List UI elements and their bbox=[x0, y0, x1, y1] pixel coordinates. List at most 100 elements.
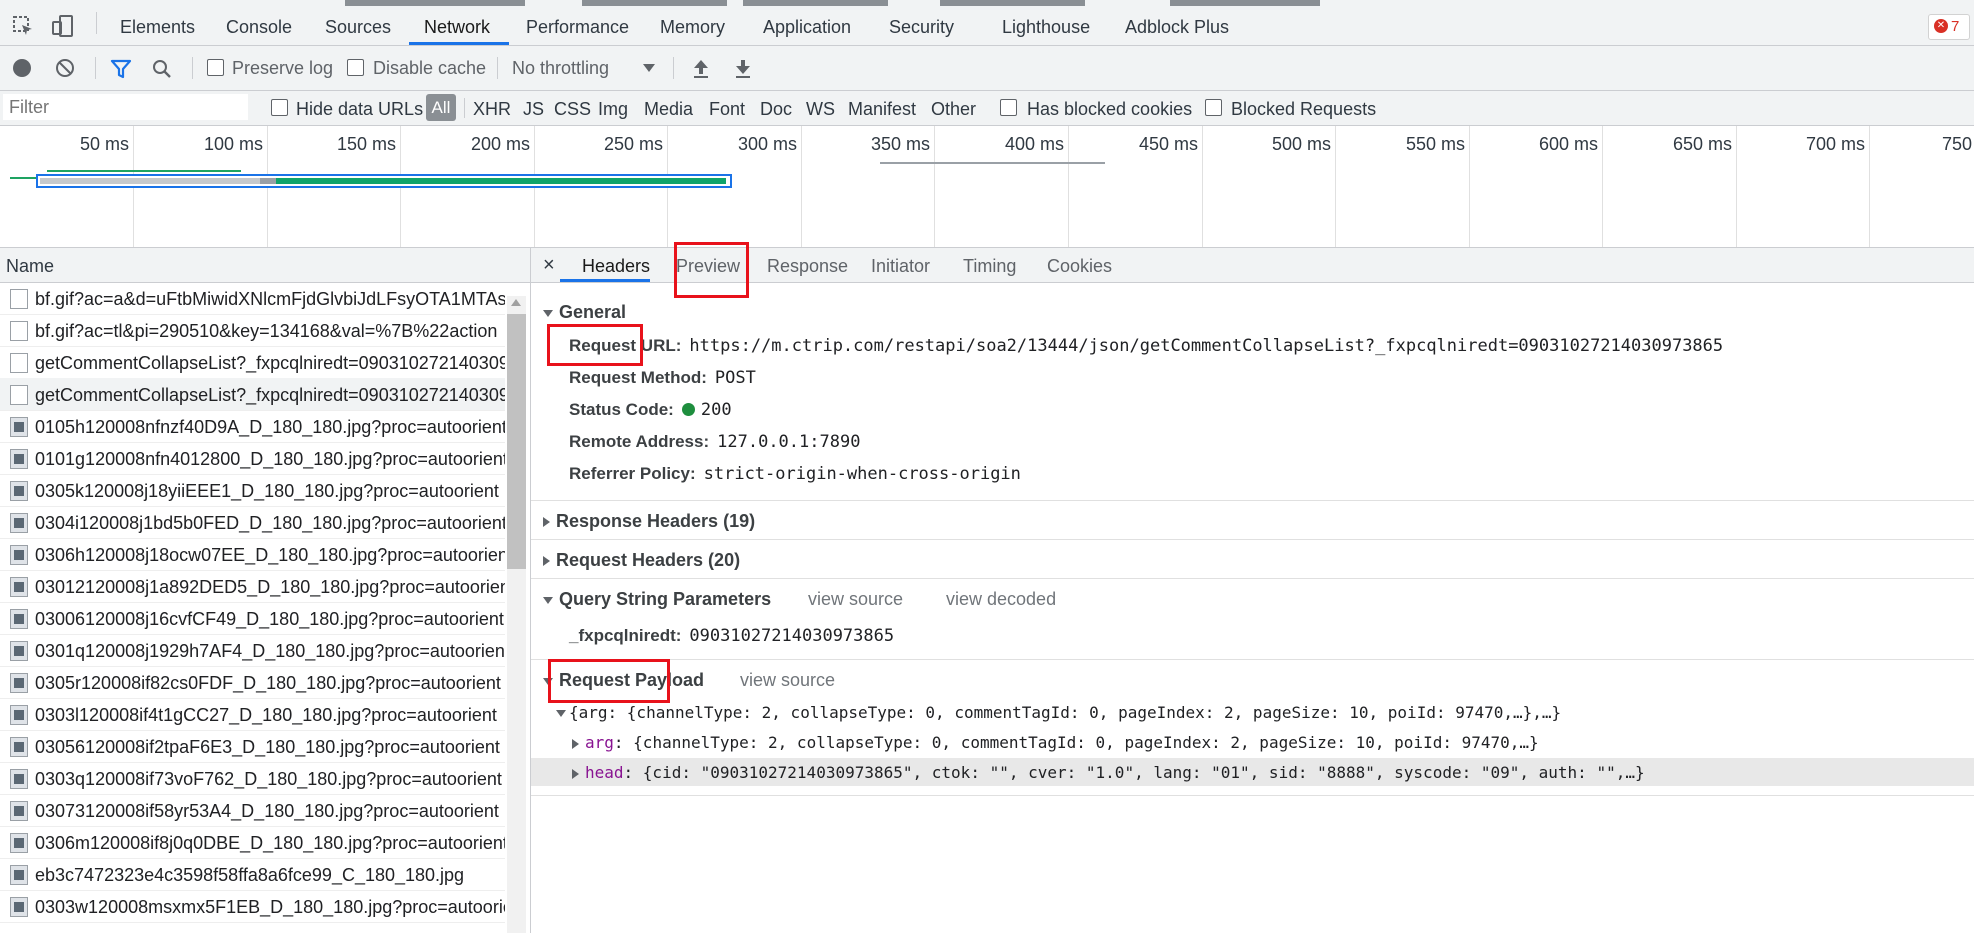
tab-console[interactable]: Console bbox=[226, 17, 292, 38]
image-file-icon bbox=[10, 641, 28, 661]
scroll-up-icon[interactable] bbox=[511, 299, 521, 306]
filter-type-xhr[interactable]: XHR bbox=[473, 99, 511, 120]
disable-cache-checkbox[interactable] bbox=[347, 59, 364, 76]
image-file-icon bbox=[10, 705, 28, 725]
tab-performance[interactable]: Performance bbox=[526, 17, 629, 38]
filter-type-manifest[interactable]: Manifest bbox=[848, 99, 916, 120]
tick-label: 200 ms bbox=[470, 134, 530, 154]
request-row[interactable]: getCommentCollapseList?_fxpcqlniredt=090… bbox=[0, 378, 505, 411]
request-row[interactable]: getCommentCollapseList?_fxpcqlniredt=090… bbox=[0, 346, 505, 379]
tab-elements[interactable]: Elements bbox=[120, 17, 195, 38]
query-string-title: Query String Parameters bbox=[559, 589, 772, 609]
query-string-toggle[interactable]: Query String Parameters bbox=[543, 589, 771, 610]
filter-input[interactable] bbox=[3, 94, 248, 120]
tab-lighthouse[interactable]: Lighthouse bbox=[1002, 17, 1090, 38]
query-view-decoded-link[interactable]: view decoded bbox=[946, 589, 1056, 610]
query-view-source-link[interactable]: view source bbox=[808, 589, 903, 610]
response-headers-toggle[interactable]: Response Headers (19) bbox=[543, 511, 755, 532]
request-row[interactable]: 0305r120008if82cs0FDF_D_180_180.jpg?proc… bbox=[0, 666, 505, 699]
general-section-toggle[interactable]: General bbox=[543, 302, 626, 323]
image-file-icon bbox=[10, 545, 28, 565]
remote-address-label: Remote Address: bbox=[569, 432, 710, 451]
request-row[interactable]: 0303q120008if73voF762_D_180_180.jpg?proc… bbox=[0, 762, 505, 795]
request-headers-toggle[interactable]: Request Headers (20) bbox=[543, 550, 740, 571]
request-row[interactable]: 03012120008j1a892DED5_D_180_180.jpg?proc… bbox=[0, 570, 505, 603]
referrer-policy-label: Referrer Policy: bbox=[569, 464, 696, 483]
tab-initiator[interactable]: Initiator bbox=[871, 256, 930, 277]
request-row[interactable]: 0304i120008j1bd5b0FED_D_180_180.jpg?proc… bbox=[0, 506, 505, 539]
annotation-box-request-payload bbox=[548, 659, 670, 703]
chevron-down-icon[interactable] bbox=[643, 64, 655, 72]
payload-head-node[interactable]: head: {cid: "09031027214030973865", ctok… bbox=[572, 763, 1645, 782]
request-row[interactable]: 0306m120008if8j0q0DBE_D_180_180.jpg?proc… bbox=[0, 826, 505, 859]
filter-type-font[interactable]: Font bbox=[709, 99, 745, 120]
request-row[interactable]: 0303w120008msxmx5F1EB_D_180_180.jpg?proc… bbox=[0, 890, 505, 923]
tab-network[interactable]: Network bbox=[424, 17, 490, 38]
page-thumbnail bbox=[1170, 0, 1320, 6]
filter-type-img[interactable]: Img bbox=[598, 99, 628, 120]
payload-arg-key: arg bbox=[585, 733, 614, 752]
tab-response[interactable]: Response bbox=[767, 256, 848, 277]
hide-data-urls-checkbox[interactable] bbox=[271, 99, 288, 116]
request-name: 0101g120008nfn4012800_D_180_180.jpg?proc… bbox=[35, 449, 505, 469]
image-file-icon bbox=[10, 449, 28, 469]
scrollbar-thumb[interactable] bbox=[507, 314, 526, 569]
payload-root-node[interactable]: {arg: {channelType: 2, collapseType: 0, … bbox=[556, 703, 1561, 722]
filter-type-doc[interactable]: Doc bbox=[760, 99, 792, 120]
clear-icon[interactable] bbox=[55, 58, 75, 78]
filter-type-other[interactable]: Other bbox=[931, 99, 976, 120]
device-toolbar-icon[interactable] bbox=[52, 14, 74, 38]
request-row[interactable]: bf.gif?ac=tl&pi=290510&key=134168&val=%7… bbox=[0, 314, 505, 347]
tab-timing[interactable]: Timing bbox=[963, 256, 1016, 277]
request-name: 03006120008j16cvfCF49_D_180_180.jpg?proc… bbox=[35, 609, 504, 629]
request-row[interactable]: eb3c7472323e4c3598f58ffa8a6fce99_C_180_1… bbox=[0, 858, 505, 891]
tab-application[interactable]: Application bbox=[763, 17, 851, 38]
request-list: Name bf.gif?ac=a&d=uFtbMiwidXNlcmFjdGlvb… bbox=[0, 248, 531, 933]
request-row[interactable]: 03006120008j16cvfCF49_D_180_180.jpg?proc… bbox=[0, 602, 505, 635]
request-row[interactable]: 03056120008if2tpaF6E3_D_180_180.jpg?proc… bbox=[0, 730, 505, 763]
request-row[interactable]: 0105h120008nfnzf40D9A_D_180_180.jpg?proc… bbox=[0, 410, 505, 443]
filter-type-all[interactable]: All bbox=[426, 94, 456, 121]
payload-view-source-link[interactable]: view source bbox=[740, 670, 835, 691]
referrer-policy-row: Referrer Policy: strict-origin-when-cross… bbox=[569, 464, 1021, 484]
filter-type-media[interactable]: Media bbox=[644, 99, 693, 120]
request-row[interactable]: 0301q120008j1929h7AF4_D_180_180.jpg?proc… bbox=[0, 634, 505, 667]
filter-icon[interactable] bbox=[110, 58, 132, 80]
filter-type-ws[interactable]: WS bbox=[806, 99, 835, 120]
tab-headers[interactable]: Headers bbox=[582, 256, 650, 277]
request-row[interactable]: 0101g120008nfn4012800_D_180_180.jpg?proc… bbox=[0, 442, 505, 475]
tab-memory[interactable]: Memory bbox=[660, 17, 725, 38]
payload-arg-node[interactable]: arg: {channelType: 2, collapseType: 0, c… bbox=[572, 733, 1539, 752]
timeline-overview[interactable]: 50 ms 100 ms 150 ms 200 ms 250 ms 300 ms… bbox=[0, 126, 1974, 248]
has-blocked-cookies-checkbox[interactable] bbox=[1000, 99, 1017, 116]
error-count-badge[interactable]: ✕ 7 bbox=[1928, 14, 1970, 40]
blocked-requests-checkbox[interactable] bbox=[1205, 99, 1222, 116]
search-icon[interactable] bbox=[151, 58, 173, 80]
query-param-key: _fxpcqlniredt: bbox=[569, 626, 682, 645]
status-ok-icon bbox=[681, 403, 695, 416]
close-icon[interactable]: × bbox=[543, 254, 555, 277]
throttling-select[interactable]: No throttling bbox=[512, 58, 609, 79]
page-thumbnail bbox=[582, 0, 727, 6]
preserve-log-checkbox[interactable] bbox=[207, 59, 224, 76]
export-har-icon[interactable] bbox=[733, 57, 753, 79]
filter-type-css[interactable]: CSS bbox=[554, 99, 591, 120]
request-row[interactable]: 0303l120008if4t1gCC27_D_180_180.jpg?proc… bbox=[0, 698, 505, 731]
tab-cookies[interactable]: Cookies bbox=[1047, 256, 1112, 277]
annotation-box-preview bbox=[674, 242, 749, 298]
tab-adblock-plus[interactable]: Adblock Plus bbox=[1125, 17, 1229, 38]
inspect-element-icon[interactable] bbox=[12, 15, 34, 37]
request-row[interactable]: bf.gif?ac=a&d=uFtbMiwidXNlcmFjdGlvbiJdLF… bbox=[0, 282, 505, 315]
hide-data-urls-label: Hide data URLs bbox=[296, 99, 424, 119]
request-row[interactable]: 0306h120008j18ocw07EE_D_180_180.jpg?proc… bbox=[0, 538, 505, 571]
request-row[interactable]: 0305k120008j18yiiEEE1_D_180_180.jpg?proc… bbox=[0, 474, 505, 507]
record-icon[interactable] bbox=[13, 59, 31, 77]
image-file-icon bbox=[10, 577, 28, 597]
tab-security[interactable]: Security bbox=[889, 17, 954, 38]
tab-sources[interactable]: Sources bbox=[325, 17, 391, 38]
name-column-header[interactable]: Name bbox=[0, 248, 530, 283]
active-tab-indicator bbox=[409, 42, 509, 45]
request-row[interactable]: 03073120008if58yr53A4_D_180_180.jpg?proc… bbox=[0, 794, 505, 827]
filter-type-js[interactable]: JS bbox=[523, 99, 544, 120]
import-har-icon[interactable] bbox=[691, 57, 711, 79]
